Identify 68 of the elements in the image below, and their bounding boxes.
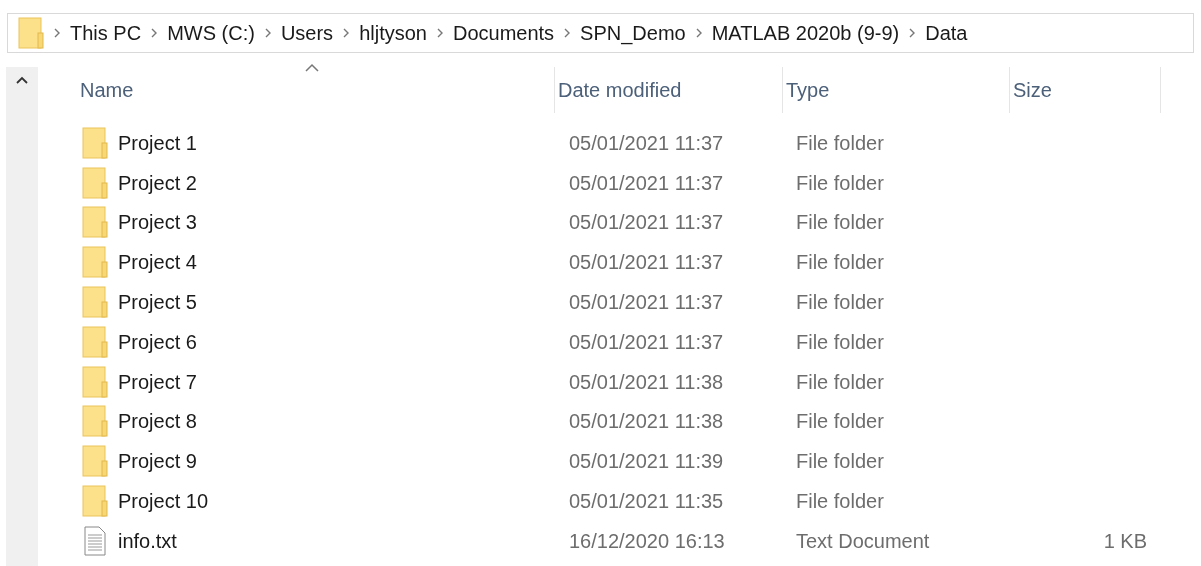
breadcrumb-item[interactable]: This PC [70, 18, 142, 48]
chevron-right-icon [908, 28, 917, 38]
breadcrumb-item[interactable]: hljtyson [359, 18, 427, 48]
file-name[interactable]: info.txt [118, 525, 177, 556]
file-name[interactable]: Project 1 [118, 127, 197, 158]
folder-icon [82, 206, 108, 239]
chevron-right-icon [563, 28, 572, 38]
folder-icon [82, 485, 108, 518]
date-modified: 05/01/2021 11:37 [569, 211, 724, 234]
file-type: File folder [796, 450, 884, 473]
file-name[interactable]: Project 10 [118, 486, 209, 517]
file-name[interactable]: Project 8 [118, 406, 197, 437]
chevron-right-icon [150, 28, 159, 38]
file-type: File folder [796, 211, 884, 234]
breadcrumb-item[interactable]: SPN_Demo [580, 18, 686, 48]
date-modified: 05/01/2021 11:37 [569, 171, 724, 194]
file-name[interactable]: Project 4 [118, 247, 197, 278]
breadcrumb-item[interactable]: MWS (C:) [167, 18, 255, 48]
file-type: File folder [796, 490, 884, 513]
text-file-icon [84, 525, 106, 556]
date-modified: 05/01/2021 11:37 [569, 131, 724, 154]
file-name[interactable]: Project 3 [118, 207, 197, 238]
breadcrumb-item[interactable]: Users [280, 18, 334, 48]
column-header[interactable]: Size [1013, 75, 1052, 105]
breadcrumb-item[interactable]: Data [925, 18, 968, 48]
folder-icon [82, 445, 108, 478]
file-name[interactable]: Project 7 [118, 366, 197, 397]
column-header[interactable]: Type [786, 75, 830, 105]
file-name[interactable]: Project 5 [118, 287, 197, 318]
file-type: File folder [796, 330, 884, 353]
address-bar[interactable]: This PC MWS (C:) Users hljtyson Documents SPN_Demo MATLAB 2020b (9-9) Data [7, 13, 1194, 53]
date-modified: 05/01/2021 11:37 [569, 251, 724, 274]
folder-icon [82, 246, 108, 279]
date-modified: 16/12/2020 16:13 [569, 529, 725, 552]
file-type: File folder [796, 131, 884, 154]
folder-icon [82, 166, 108, 199]
chevron-up-icon[interactable] [15, 75, 29, 85]
date-modified: 05/01/2021 11:37 [569, 291, 724, 314]
chevron-right-icon [342, 28, 351, 38]
file-size: 1 KB [1103, 528, 1147, 554]
file-type: File folder [796, 251, 884, 274]
file-type: File folder [796, 291, 884, 314]
file-type: File folder [796, 171, 884, 194]
file-type: File folder [796, 410, 884, 433]
folder-icon [82, 405, 108, 438]
file-name[interactable]: Project 6 [118, 326, 197, 357]
breadcrumb-item[interactable]: MATLAB 2020b (9-9) [711, 18, 900, 48]
column-header[interactable]: Date modified [558, 75, 682, 105]
chevron-right-icon [435, 28, 444, 38]
file-type: Text Document [796, 529, 930, 552]
folder-icon [82, 126, 108, 159]
file-type: File folder [796, 370, 884, 393]
date-modified: 05/01/2021 11:35 [569, 490, 724, 513]
column-header[interactable]: Name [80, 75, 134, 105]
chevron-right-icon [53, 28, 61, 38]
folder-icon [82, 286, 108, 319]
chevron-right-icon [263, 28, 272, 38]
date-modified: 05/01/2021 11:39 [569, 450, 724, 473]
file-name[interactable]: Project 9 [118, 446, 197, 477]
date-modified: 05/01/2021 11:38 [569, 370, 724, 393]
breadcrumb-item[interactable]: Documents [452, 18, 555, 48]
file-name[interactable]: Project 2 [118, 167, 197, 198]
chevron-right-icon [694, 28, 703, 38]
folder-icon [82, 325, 108, 358]
folder-icon [82, 365, 108, 398]
date-modified: 05/01/2021 11:37 [569, 330, 724, 353]
folder-icon [18, 17, 44, 49]
date-modified: 05/01/2021 11:38 [569, 410, 724, 433]
